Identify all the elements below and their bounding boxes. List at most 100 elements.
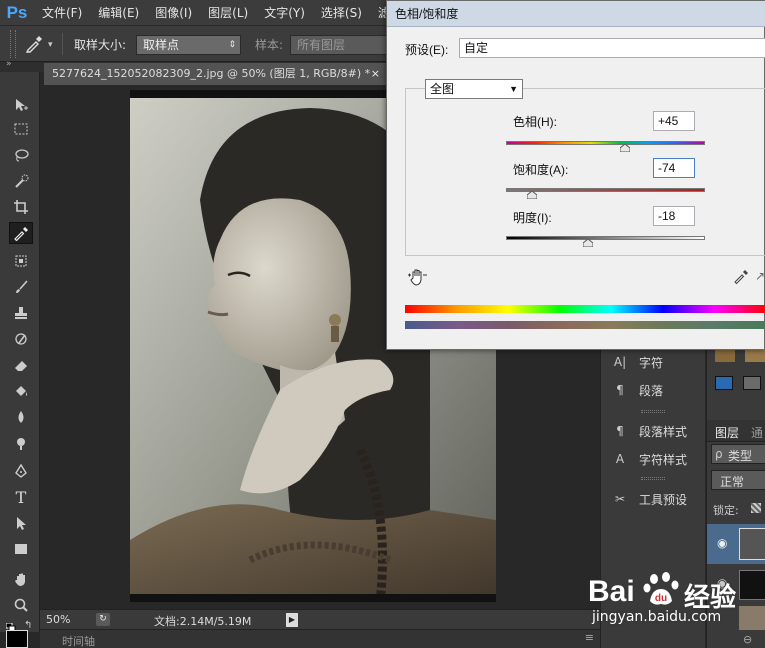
paragraph-styles-label: 段落样式 [639, 424, 688, 439]
landscape-preset-icon[interactable] [715, 376, 733, 390]
character-icon: A| [613, 355, 627, 369]
eyedropper-icon[interactable] [732, 267, 750, 288]
history-brush-tool-icon[interactable] [9, 328, 33, 350]
hand-tool-icon[interactable] [9, 568, 33, 590]
paragraph-styles-button[interactable]: ¶ 段落样式 [611, 421, 687, 441]
hue-saturation-dialog: 色相/饱和度 预设(E): 自定 全图 ▼ 色相(H): +45 饱和度(A):… [386, 0, 765, 350]
blend-mode-select[interactable]: 正常 [711, 470, 765, 490]
panel-grip[interactable] [641, 410, 665, 413]
eraser-tool-icon[interactable] [9, 354, 33, 376]
crop-tool-icon[interactable] [9, 196, 33, 218]
brush-tool-icon[interactable] [9, 276, 33, 298]
lightness-value: -18 [658, 209, 676, 223]
lightness-slider-track[interactable] [506, 236, 705, 240]
hue-slider-track[interactable] [506, 141, 705, 145]
quick-select-tool-icon[interactable] [9, 170, 33, 192]
eye-icon[interactable]: ◉ [717, 536, 727, 550]
status-menu-icon[interactable]: ↻ [96, 613, 110, 626]
channel-select[interactable]: 全图 ▼ [425, 79, 523, 99]
paragraph-panel-button[interactable]: ¶ 段落 [611, 380, 663, 400]
lock-transparent-icon[interactable] [751, 503, 761, 513]
tool-presets-button[interactable]: ✂ 工具预设 [611, 489, 687, 509]
document-tab[interactable]: 5277624_152052082309_2.jpg @ 50% (图层 1, … [44, 63, 386, 85]
tool-presets-label: 工具预设 [639, 492, 688, 507]
layer-kind-filter[interactable]: ρ 类型 [711, 444, 765, 464]
foreground-color-swatch[interactable] [6, 630, 28, 648]
link-icon[interactable]: ⊖ [743, 633, 752, 646]
pen-tool-icon[interactable] [9, 460, 33, 482]
menu-image[interactable]: 图像(I) [147, 0, 200, 26]
menu-file[interactable]: 文件(F) [34, 0, 90, 26]
layers-tab-bar: 图层 通 [707, 420, 765, 442]
document-title: 5277624_152052082309_2.jpg @ 50% (图层 1, … [52, 67, 371, 80]
svg-text:du: du [655, 593, 667, 604]
layers-tab[interactable]: 图层 [715, 424, 739, 441]
lasso-tool-icon[interactable] [9, 144, 33, 166]
panel-grip-2[interactable] [641, 477, 665, 480]
character-panel-button[interactable]: A| 字符 [611, 352, 663, 372]
clone-stamp-tool-icon[interactable] [9, 302, 33, 324]
photoshop-logo: Ps [6, 2, 28, 22]
saturation-slider-thumb[interactable] [526, 191, 537, 199]
baidu-jingyan-watermark: Bai du 经验 jingyan.baidu.com [588, 565, 765, 625]
timeline-label: 时间轴 [62, 635, 95, 648]
preset-icon-2[interactable] [743, 376, 761, 390]
options-grip[interactable] [10, 30, 16, 58]
zoom-tool-icon[interactable] [9, 594, 33, 616]
expand-arrows-icon[interactable]: » [6, 59, 12, 69]
paint-bucket-tool-icon[interactable] [9, 380, 33, 402]
tool-preset-arrow-icon[interactable]: ▾ [48, 40, 53, 50]
preset-value: 自定 [464, 41, 489, 55]
paragraph-label: 段落 [639, 383, 664, 398]
saturation-input[interactable]: -74 [653, 158, 695, 178]
eyedropper-tool-icon[interactable] [24, 34, 44, 57]
hue-slider-thumb[interactable] [620, 144, 631, 152]
sample-size-label: 取样大小: [74, 38, 127, 52]
status-arrow-icon[interactable]: ▶ [286, 613, 298, 627]
paw-icon: du [643, 572, 679, 605]
divider [62, 33, 63, 55]
default-colors-icon[interactable] [5, 620, 16, 632]
character-styles-icon: A [615, 452, 625, 466]
menu-edit[interactable]: 编辑(E) [90, 0, 147, 26]
type-tool-icon[interactable]: T [9, 486, 33, 508]
channels-tab[interactable]: 通 [751, 424, 763, 441]
swatch-thumbnail[interactable] [715, 348, 735, 362]
paragraph-styles-icon: ¶ [616, 424, 624, 438]
healing-brush-tool-icon[interactable] [9, 250, 33, 272]
channel-value: 全图 [430, 82, 455, 96]
sample-size-select[interactable]: 取样点 ⇕ [136, 35, 241, 55]
rectangle-tool-icon[interactable] [9, 538, 33, 560]
dialog-title: 色相/饱和度 [387, 1, 765, 27]
timeline-bar[interactable]: 时间轴 ≡ [40, 629, 600, 648]
layer-row-selected[interactable]: ◉ [707, 524, 765, 564]
zoom-level[interactable]: 50% [46, 613, 70, 626]
move-tool-icon[interactable] [9, 94, 33, 116]
targeted-adjustment-hand-icon[interactable] [407, 267, 429, 290]
tool-presets-icon: ✂ [614, 492, 626, 506]
lightness-input[interactable]: -18 [653, 206, 695, 226]
menu-select[interactable]: 选择(S) [313, 0, 370, 26]
sample-select[interactable]: 所有图层 [290, 35, 390, 55]
menu-type[interactable]: 文字(Y) [256, 0, 313, 26]
timeline-menu-icon[interactable]: ≡ [585, 631, 594, 644]
blur-tool-icon[interactable] [9, 406, 33, 428]
eyedropper-plus-icon[interactable]: ↗ [755, 269, 765, 283]
swatch-thumbnail-2[interactable] [745, 348, 765, 362]
color-spectrum-bar [405, 305, 765, 313]
blend-mode-value: 正常 [720, 475, 745, 489]
menu-layer[interactable]: 图层(L) [200, 0, 256, 26]
path-select-tool-icon[interactable] [9, 512, 33, 534]
kind-label: 类型 [728, 449, 753, 463]
watermark-brand-a: Bai [588, 575, 635, 608]
hue-input[interactable]: +45 [653, 111, 695, 131]
character-styles-button[interactable]: A 字符样式 [611, 449, 687, 469]
preset-select[interactable]: 自定 [459, 38, 765, 58]
preset-label: 预设(E): [405, 43, 449, 57]
marquee-tool-icon[interactable] [9, 118, 33, 140]
close-tab-icon[interactable]: × [371, 63, 380, 85]
eyedropper-tool-active-icon[interactable] [9, 222, 33, 244]
dodge-tool-icon[interactable] [9, 432, 33, 454]
lightness-slider-thumb[interactable] [582, 239, 593, 247]
document-size-info: 文档:2.14M/5.19M [154, 615, 252, 628]
